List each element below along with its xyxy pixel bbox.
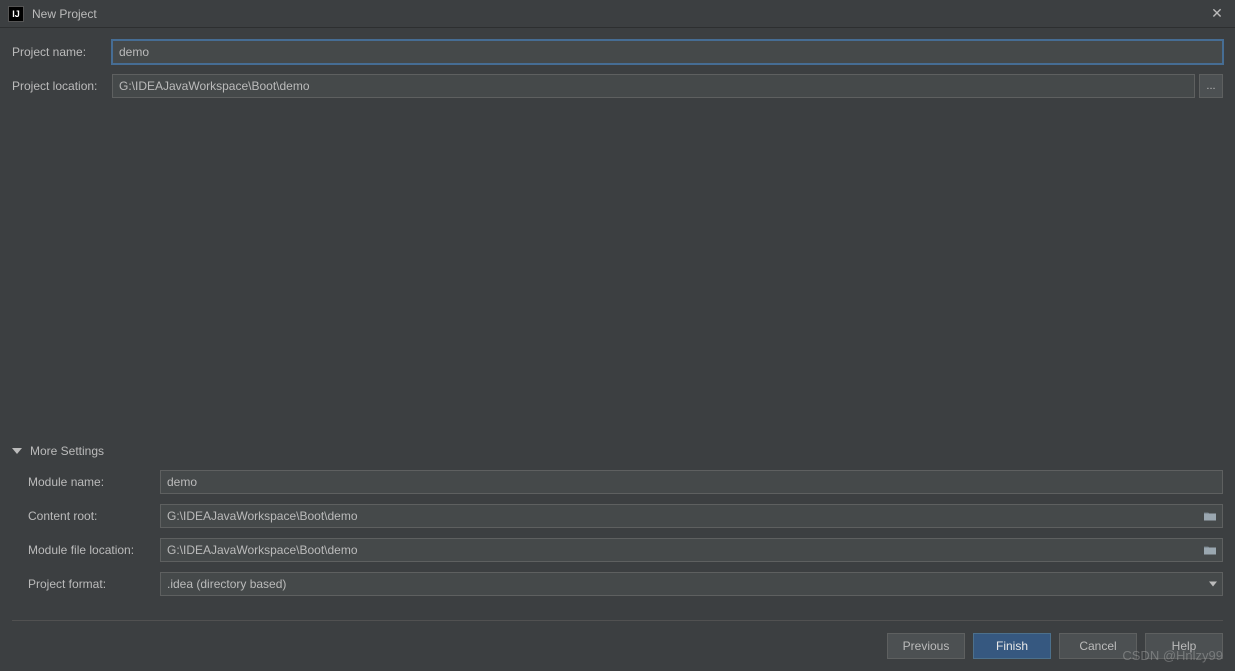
module-name-row: Module name: [12,470,1223,494]
project-name-input[interactable] [112,40,1223,64]
more-settings-panel: Module name: Content root: Module file l… [12,470,1223,606]
project-name-row: Project name: [12,40,1223,64]
content-root-row: Content root: [12,504,1223,528]
project-format-select[interactable]: .idea (directory based) [160,572,1223,596]
project-location-label: Project location: [12,79,112,93]
spacer [12,108,1223,444]
module-file-location-row: Module file location: [12,538,1223,562]
browse-button[interactable]: ... [1199,74,1223,98]
module-file-location-input[interactable] [160,538,1223,562]
content-area: Project name: Project location: ... More… [0,28,1235,671]
help-button[interactable]: Help [1145,633,1223,659]
app-icon: IJ [8,6,24,22]
module-name-input[interactable] [160,470,1223,494]
project-format-value: .idea (directory based) [167,577,286,591]
module-file-location-label: Module file location: [28,543,160,557]
folder-icon[interactable] [1203,511,1217,522]
module-name-label: Module name: [28,475,160,489]
project-location-input[interactable] [112,74,1195,98]
titlebar: IJ New Project ✕ [0,0,1235,28]
more-settings-label: More Settings [30,444,104,458]
content-root-input[interactable] [160,504,1223,528]
chevron-down-icon [12,448,22,454]
more-settings-toggle[interactable]: More Settings [12,444,1223,458]
chevron-down-icon [1209,582,1217,587]
finish-button[interactable]: Finish [973,633,1051,659]
project-format-label: Project format: [28,577,160,591]
project-format-row: Project format: .idea (directory based) [12,572,1223,596]
top-form: Project name: Project location: ... [12,40,1223,108]
close-icon[interactable]: ✕ [1207,5,1227,22]
project-location-row: Project location: ... [12,74,1223,98]
cancel-button[interactable]: Cancel [1059,633,1137,659]
previous-button[interactable]: Previous [887,633,965,659]
project-name-label: Project name: [12,45,112,59]
footer-buttons: Previous Finish Cancel Help [12,620,1223,659]
folder-icon[interactable] [1203,545,1217,556]
window-title: New Project [32,7,1207,21]
content-root-label: Content root: [28,509,160,523]
